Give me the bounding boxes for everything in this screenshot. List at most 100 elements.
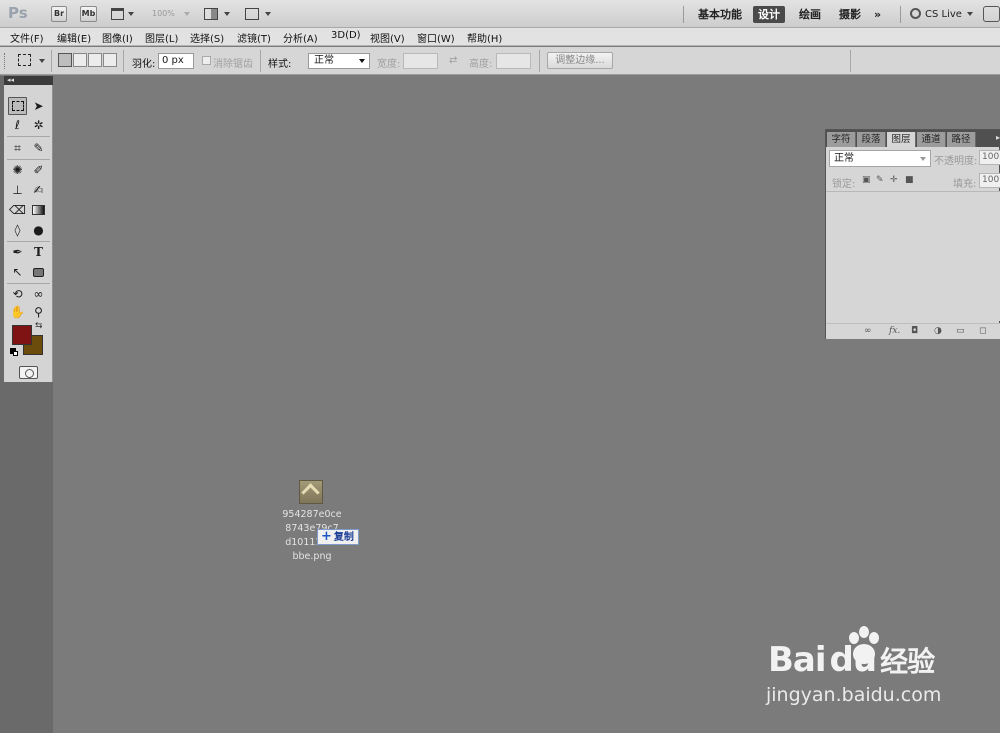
rectangle-tool[interactable] [29,263,48,281]
width-input[interactable] [403,53,438,69]
type-tool[interactable]: T [29,243,48,261]
menu-analysis[interactable]: 分析(A) [283,30,318,45]
divider [7,241,50,242]
options-grip[interactable] [4,53,7,69]
subtract-from-selection-button[interactable] [88,53,102,67]
opacity-input[interactable]: 100 [979,150,1000,165]
menu-edit[interactable]: 编辑(E) [57,30,91,45]
default-colors-icon[interactable] [10,348,18,356]
eyedropper-tool[interactable]: ✎ [29,139,48,157]
menu-file[interactable]: 文件(F) [10,30,44,45]
hand-tool[interactable]: ✋ [8,303,27,321]
launch-bridge-button[interactable]: Br [51,6,67,22]
tool-preset-picker[interactable] [18,54,48,68]
chevron-down-icon [224,12,230,16]
lock-position-icon[interactable]: ✛ [890,175,898,185]
layer-style-icon[interactable]: fx. [889,326,900,336]
eyedropper-icon: ✎ [33,141,44,155]
foreground-color-swatch-top[interactable] [12,325,32,345]
add-mask-icon[interactable]: ◘ [911,326,918,336]
swap-colors-icon[interactable]: ⇆ [35,321,43,331]
path-selection-tool[interactable]: ↖ [8,263,27,281]
divider [7,159,50,160]
workspace-painting[interactable]: 绘画 [794,6,826,23]
lock-transparency-icon[interactable]: ▣ [862,175,871,185]
brush-tool[interactable]: ✐ [29,161,48,179]
more-workspaces-button[interactable]: » [869,6,886,23]
launch-minibridge-button[interactable]: Mb [80,6,97,22]
dodge-tool[interactable]: ● [29,221,48,239]
link-layers-icon[interactable]: ∞ [864,326,872,336]
menu-select[interactable]: 选择(S) [190,30,224,45]
workspace-essentials[interactable]: 基本功能 [693,6,747,23]
panel-menu-icon[interactable]: ▸ [996,133,1000,142]
tab-paragraph[interactable]: 段落 [857,132,886,147]
crop-tool[interactable]: ⌗ [8,139,27,157]
magic-wand-tool[interactable]: ✲ [29,116,48,134]
magnifier-icon: ⚲ [34,305,43,319]
file-name-line: bbe.png [292,551,332,562]
quick-mask-button[interactable] [19,366,38,379]
zoom-level[interactable]: 100% [152,9,175,18]
new-layer-icon[interactable]: ◻ [979,326,986,336]
pen-tool[interactable]: ✒ [8,243,27,261]
antialias-checkbox[interactable] [202,56,211,65]
baidu-logo: Bai du 经验 [768,640,935,680]
clone-stamp-tool[interactable]: ⊥ [8,181,27,199]
dragged-file[interactable]: 954287e0ce 8743e79c7 d10111c69 bbe.png [280,478,344,570]
minimize-window-button[interactable] [983,6,1000,22]
history-brush-tool[interactable]: ✍ [29,181,48,199]
menu-image[interactable]: 图像(I) [102,30,133,45]
screen-mode-menu[interactable] [245,7,273,22]
arrange-documents-menu[interactable] [204,7,232,22]
menu-filter[interactable]: 滤镜(T) [237,30,271,45]
layer-list[interactable] [826,191,1000,321]
lock-all-icon[interactable]: ■ [905,175,914,185]
chevron-down-icon [359,59,365,63]
tab-layers[interactable]: 图层 [887,132,916,147]
feather-input[interactable]: 0 px [158,53,194,69]
swap-width-height-icon[interactable]: ⇄ [449,55,457,66]
move-tool[interactable]: ➤ [29,97,48,115]
zoom-tool[interactable]: ⚲ [29,303,48,321]
adjustment-layer-icon[interactable]: ◑ [934,326,942,336]
cs-live-icon [910,8,921,19]
gradient-icon [32,205,45,215]
style-select[interactable]: 正常 [308,53,370,69]
refine-edge-button[interactable]: 调整边缘... [547,52,613,69]
menu-window[interactable]: 窗口(W) [417,30,455,45]
tool-options-bar: 羽化: 0 px 消除锯齿 样式: 正常 宽度: ⇄ 高度: 调整边缘... [0,47,1000,75]
menu-view[interactable]: 视图(V) [370,30,405,45]
opacity-label: 不透明度: [934,156,978,167]
rectangular-marquee-tool[interactable] [8,97,27,115]
menu-layer[interactable]: 图层(L) [145,30,178,45]
tab-character[interactable]: 字符 [827,132,856,147]
brush-icon: ✐ [33,163,44,177]
3d-rotate-tool[interactable]: ⟲ [8,285,27,303]
toolbox-collapse-bar[interactable]: ◂◂ [4,76,53,85]
tab-channels[interactable]: 通道 [917,132,946,147]
add-to-selection-button[interactable] [73,53,87,67]
intersect-selection-button[interactable] [103,53,117,67]
spot-healing-tool[interactable]: ✺ [8,161,27,179]
view-extras-menu[interactable] [111,7,134,22]
workspace-photography[interactable]: 摄影 [834,6,866,23]
workspace-design[interactable]: 设计 [753,6,785,23]
panel-tab-bar: 字符 段落 图层 通道 路径 ▸ [826,130,1000,147]
lock-pixels-icon[interactable]: ✎ [876,175,884,185]
height-input[interactable] [496,53,531,69]
tab-paths[interactable]: 路径 [947,132,976,147]
blur-tool[interactable]: ◊ [8,221,27,239]
lasso-tool[interactable]: ℓ [8,116,27,134]
new-group-icon[interactable]: ▭ [956,326,965,336]
menu-help[interactable]: 帮助(H) [467,30,502,45]
gradient-tool[interactable] [29,201,48,219]
new-selection-button[interactable] [58,53,72,67]
3d-orbit-tool[interactable]: ∞ [29,285,48,303]
fill-input[interactable]: 100 [979,173,1000,188]
chevron-down-icon [967,12,974,16]
menu-3d[interactable]: 3D(D) [331,30,361,41]
blend-mode-select[interactable]: 正常 [829,150,931,167]
cs-live-menu[interactable]: CS Live [910,6,974,23]
eraser-tool[interactable]: ⌫ [8,201,27,219]
